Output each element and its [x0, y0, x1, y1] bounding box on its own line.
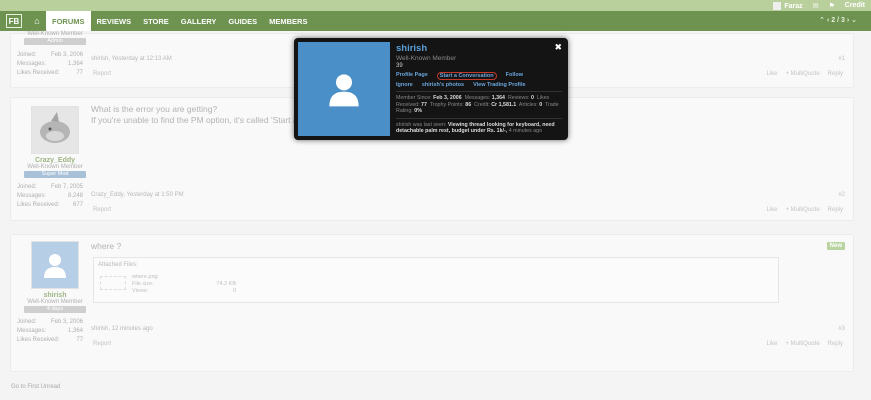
user-title: Well-Known Member — [27, 164, 83, 170]
popup-username[interactable]: shirish — [396, 43, 562, 54]
ignore-link[interactable]: Ignore — [396, 82, 413, 88]
shark-icon — [40, 112, 70, 143]
site-logo[interactable]: FB — [6, 14, 22, 28]
nav-guides[interactable]: GUIDES — [222, 11, 263, 31]
like-link[interactable]: Like — [766, 71, 777, 77]
attachment-thumbnail[interactable] — [100, 276, 126, 290]
profile-page-link[interactable]: Profile Page — [396, 72, 428, 80]
user-banner: Admin — [24, 38, 86, 45]
divider — [396, 91, 562, 92]
popup-last-seen: shirish was last seen: Viewing thread lo… — [396, 121, 555, 135]
page-jump[interactable]: ⌃ ‹ 2 / 3 › ⌄ — [819, 16, 857, 24]
trading-profile-link[interactable]: View Trading Profile — [473, 82, 525, 88]
nav-forums[interactable]: FORUMS — [46, 11, 91, 31]
nav-members[interactable]: MEMBERS — [263, 11, 313, 31]
nav-store[interactable]: STORE — [137, 11, 175, 31]
user-banner: 4 days — [24, 306, 86, 313]
chevron-left-icon[interactable]: ‹ — [827, 17, 829, 24]
post-number[interactable]: #2 — [838, 192, 845, 198]
joined-stat: Joined: Feb 7, 2005 — [17, 184, 83, 190]
attached-files-title: Attached Files: — [98, 262, 138, 268]
avatar[interactable] — [31, 241, 79, 289]
user-banner: Super Mod — [24, 171, 86, 178]
username[interactable]: shirish — [17, 292, 93, 299]
inbox-icon[interactable]: ✉ — [813, 2, 819, 10]
post-3: shirish Well-Known Member 4 days Joined:… — [10, 234, 854, 372]
follow-link[interactable]: Follow — [506, 72, 523, 80]
attachment-info: where.png File size: 74.2 KB Views: 0 — [132, 274, 236, 294]
attachment-name[interactable]: where.png — [132, 274, 236, 281]
attached-files: Attached Files: where.png File size: 74.2… — [93, 257, 779, 303]
post-meta[interactable]: Crazy_Eddy, Yesterday at 1:50 PM — [91, 192, 184, 198]
report-link[interactable]: Report — [93, 207, 111, 213]
popup-count: 39 — [396, 63, 403, 69]
person-icon — [44, 254, 66, 278]
username[interactable]: Crazy_Eddy — [17, 157, 93, 164]
joined-stat: Joined: Feb 3, 2006 — [17, 52, 83, 58]
go-to-first-unread-link[interactable]: Go to First Unread — [11, 384, 60, 390]
messages-stat: Messages: 1,364 — [17, 328, 83, 334]
popup-user-title: Well-Known Member — [396, 55, 457, 62]
likes-stat: Likes Received: 77 — [17, 70, 83, 76]
home-icon[interactable]: ⌂ — [28, 11, 46, 31]
popup-links: Profile Page Start a Conversation Follow… — [396, 72, 546, 88]
user-title: Well-Known Member — [27, 31, 83, 37]
photos-link[interactable]: shirish's photos — [422, 82, 464, 88]
credit-link[interactable]: Credit — [845, 2, 865, 9]
nav-reviews[interactable]: REVIEWS — [91, 11, 138, 31]
post-message: where ? — [91, 241, 122, 251]
messages-stat: Messages: 1,364 — [17, 61, 83, 67]
member-card-popup: shirish Well-Known Member 39 Profile Pag… — [294, 38, 568, 140]
avatar[interactable] — [31, 106, 79, 154]
user-title: Well-Known Member — [27, 299, 83, 305]
like-link[interactable]: Like — [766, 207, 777, 213]
post-meta[interactable]: shirish, 12 minutes ago — [91, 326, 153, 332]
likes-stat: Likes Received: 677 — [17, 202, 83, 208]
reply-link[interactable]: Reply — [828, 71, 843, 77]
multiquote-link[interactable]: + MultiQuote — [785, 341, 819, 347]
likes-stat: Likes Received: 77 — [17, 337, 83, 343]
nav-gallery[interactable]: GALLERY — [175, 11, 223, 31]
new-badge: New — [826, 242, 845, 250]
alerts-icon[interactable]: ⚑ — [828, 2, 834, 10]
report-link[interactable]: Report — [93, 341, 111, 347]
top-user-bar: Faraz ✉ ⚑ Credit — [0, 0, 871, 11]
post-number[interactable]: #1 — [838, 56, 845, 62]
divider — [396, 117, 562, 119]
post-number[interactable]: #3 — [838, 326, 845, 332]
report-link[interactable]: Report — [93, 71, 111, 77]
reply-link[interactable]: Reply — [828, 341, 843, 347]
reply-link[interactable]: Reply — [828, 207, 843, 213]
chevron-right-icon[interactable]: › — [847, 17, 849, 24]
person-icon — [329, 74, 359, 107]
multiquote-link[interactable]: + MultiQuote — [785, 207, 819, 213]
user-menu[interactable]: Faraz — [773, 1, 803, 10]
multiquote-link[interactable]: + MultiQuote — [785, 71, 819, 77]
start-conversation-link[interactable]: Start a Conversation — [436, 72, 497, 80]
close-icon[interactable]: ✖ — [554, 42, 562, 53]
post-meta[interactable]: shirish, Yesterday at 12:13 AM — [91, 56, 172, 62]
chevron-up-icon[interactable]: ⌃ — [819, 17, 825, 24]
main-navbar: FB ⌂ FORUMS REVIEWS STORE GALLERY GUIDES… — [0, 11, 871, 31]
post-message: What is the error you are getting? If yo… — [91, 104, 325, 125]
like-link[interactable]: Like — [766, 341, 777, 347]
user-avatar-icon — [773, 1, 782, 10]
chevron-down-icon[interactable]: ⌄ — [851, 17, 857, 24]
messages-stat: Messages: 8,248 — [17, 193, 83, 199]
popup-stats: Member Since: Feb 3, 2006 Messages: 1,36… — [396, 95, 559, 114]
joined-stat: Joined: Feb 3, 2006 — [17, 319, 83, 325]
popup-avatar[interactable] — [298, 42, 390, 136]
